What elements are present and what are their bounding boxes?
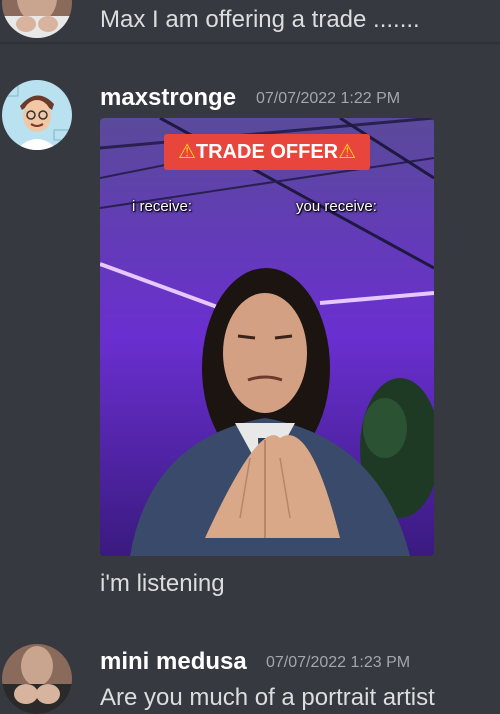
username[interactable]: mini medusa <box>100 648 247 676</box>
message-text: Are you much of a portrait artist <box>100 684 435 711</box>
meme-label-i-receive: i receive: <box>132 198 193 215</box>
meme-photo <box>100 118 434 556</box>
trade-offer-banner: ⚠TRADE OFFER⚠ <box>164 134 370 170</box>
user-avatar-mini-medusa[interactable] <box>2 644 72 714</box>
user-avatar-maxstronge[interactable] <box>2 80 72 150</box>
message-text: i'm listening <box>100 570 225 597</box>
message-text: Max I am offering a trade ....... <box>100 6 420 33</box>
avatar-image <box>2 644 72 714</box>
message-timestamp: 07/07/2022 1:22 PM <box>256 90 401 107</box>
message-timestamp: 07/07/2022 1:23 PM <box>266 654 411 671</box>
user-avatar-mini-medusa[interactable] <box>2 0 72 38</box>
trade-offer-title: TRADE OFFER <box>195 141 339 163</box>
trade-offer-meme-image[interactable]: ⚠TRADE OFFER⚠ i receive: you receive: <box>100 118 434 556</box>
username[interactable]: maxstronge <box>100 84 236 112</box>
avatar-image <box>2 80 72 150</box>
warning-icon: ⚠ <box>177 141 196 163</box>
avatar-image <box>2 0 72 38</box>
chat-channel: Max I am offering a trade ....... maxstr… <box>0 0 500 714</box>
warning-icon: ⚠ <box>338 141 357 163</box>
meme-label-you-receive: you receive: <box>296 198 377 215</box>
message-divider <box>0 42 500 44</box>
